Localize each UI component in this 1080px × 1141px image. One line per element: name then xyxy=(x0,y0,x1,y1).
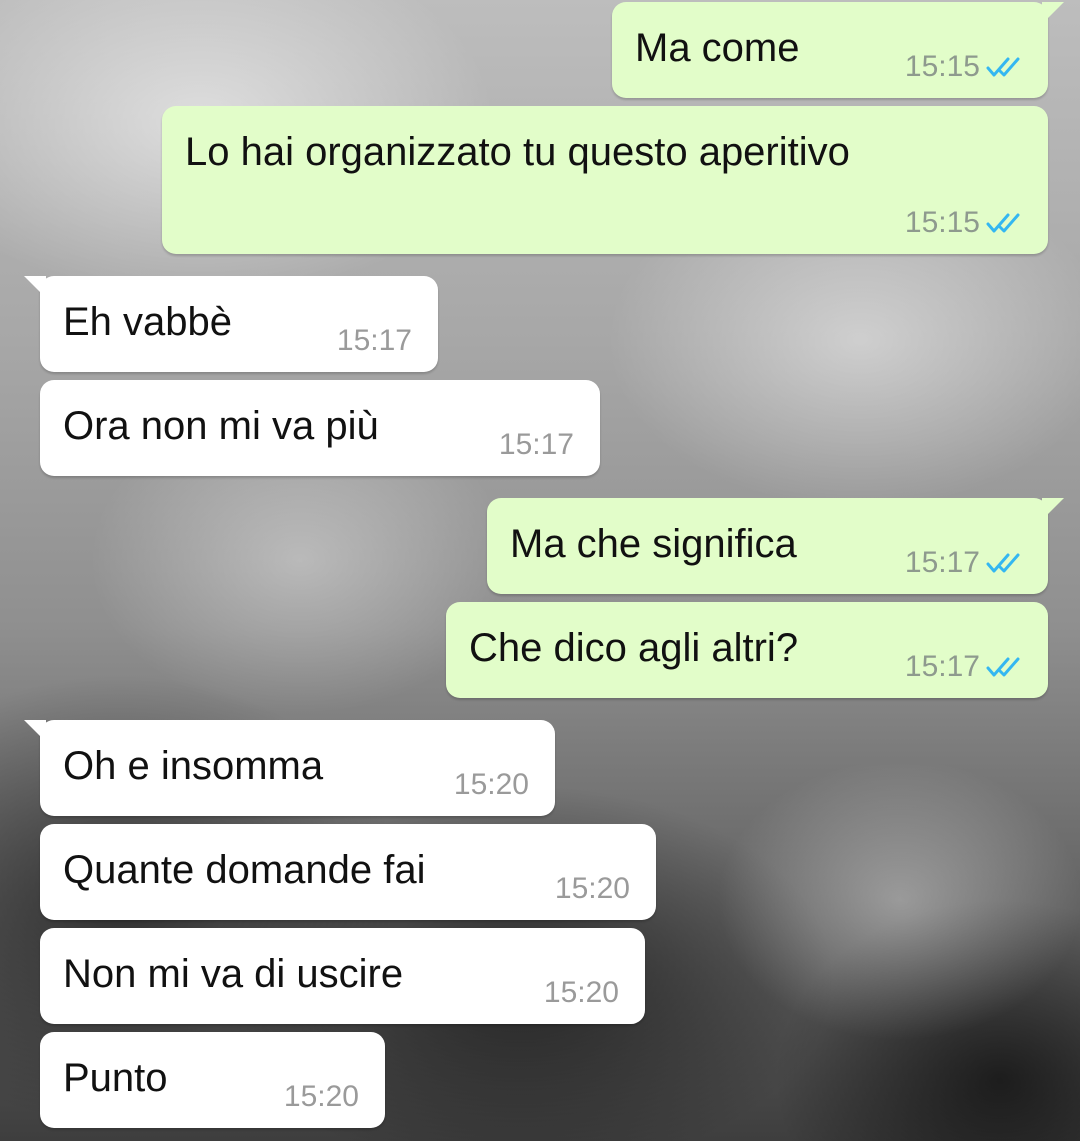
incoming-message-bubble[interactable]: Oh e insomma 15:20 xyxy=(24,720,555,816)
bubble-tail xyxy=(24,720,46,742)
outgoing-message-bubble[interactable]: Che dico agli altri? 15:17 xyxy=(446,602,1048,698)
message-time: 15:20 xyxy=(543,976,619,1009)
double-check-icon xyxy=(986,213,1020,233)
message-time: 15:20 xyxy=(554,872,630,905)
message-time: 15:17 xyxy=(904,650,980,683)
message-meta: 15:20 xyxy=(555,872,630,906)
bubble-tail xyxy=(1042,2,1064,24)
chat-message-list: Ma come 15:15 Lo hai organizzato tu ques… xyxy=(0,0,1080,1141)
message-time: 15:20 xyxy=(453,768,529,801)
double-check-icon xyxy=(986,57,1020,77)
message-time: 15:17 xyxy=(336,324,412,357)
message-text: Quante domande fai xyxy=(63,848,426,892)
message-meta: 15:17 xyxy=(337,324,412,358)
message-meta: 15:17 xyxy=(905,650,1026,684)
message-text: Ora non mi va più xyxy=(63,404,379,448)
outgoing-message-bubble[interactable]: Ma che significa 15:17 xyxy=(487,498,1064,594)
message-text: Che dico agli altri? xyxy=(469,626,799,670)
message-time: 15:15 xyxy=(904,206,980,239)
message-time: 15:17 xyxy=(498,428,574,461)
message-text: Non mi va di uscire xyxy=(63,952,404,996)
message-time: 15:15 xyxy=(904,50,980,83)
incoming-message-bubble[interactable]: Eh vabbè 15:17 xyxy=(24,276,438,372)
message-meta: 15:20 xyxy=(544,976,619,1010)
message-meta: 15:17 xyxy=(499,428,574,462)
message-text: Eh vabbè xyxy=(63,300,233,344)
bubble-tail xyxy=(1042,498,1064,520)
outgoing-message-bubble[interactable]: Ma come 15:15 xyxy=(612,2,1064,98)
outgoing-message-bubble[interactable]: Lo hai organizzato tu questo aperitivo 1… xyxy=(162,106,1048,254)
message-meta: 15:15 xyxy=(905,206,1026,240)
double-check-icon xyxy=(986,657,1020,677)
message-text: Oh e insomma xyxy=(63,744,324,788)
message-text: Lo hai organizzato tu questo aperitivo xyxy=(185,130,850,174)
incoming-message-bubble[interactable]: Punto 15:20 xyxy=(40,1032,385,1128)
message-meta: 15:20 xyxy=(284,1080,359,1114)
message-meta: 15:17 xyxy=(905,546,1026,580)
message-meta: 15:20 xyxy=(454,768,529,802)
message-meta: 15:15 xyxy=(905,50,1026,84)
double-check-icon xyxy=(986,553,1020,573)
message-time: 15:20 xyxy=(283,1080,359,1113)
incoming-message-bubble[interactable]: Ora non mi va più 15:17 xyxy=(40,380,600,476)
message-text: Punto xyxy=(63,1056,168,1100)
message-time: 15:17 xyxy=(904,546,980,579)
message-text: Ma che significa xyxy=(510,522,797,566)
bubble-tail xyxy=(24,276,46,298)
message-text: Ma come xyxy=(635,26,800,70)
incoming-message-bubble[interactable]: Non mi va di uscire 15:20 xyxy=(40,928,645,1024)
incoming-message-bubble[interactable]: Quante domande fai 15:20 xyxy=(40,824,656,920)
